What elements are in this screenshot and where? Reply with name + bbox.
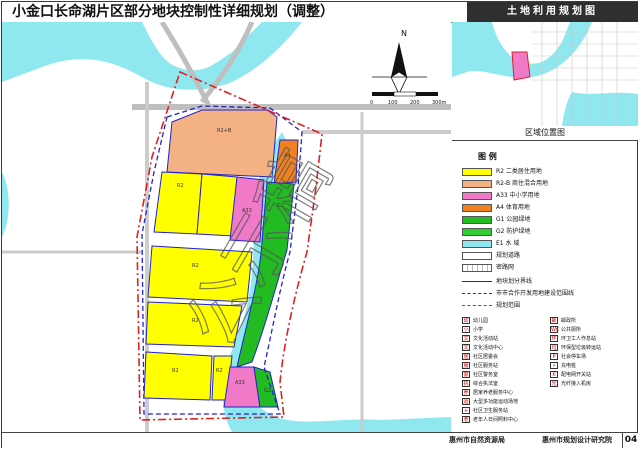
legend-label: A4 体育用地	[496, 204, 530, 211]
symbol-label: 大型多功能运动场地	[473, 399, 519, 405]
symbol-label: 老年人日间照料中心	[473, 417, 519, 423]
legend-label: 规划道路	[496, 252, 521, 259]
parcel-label: G2	[264, 388, 271, 394]
legend-label: 规划范围	[496, 302, 521, 309]
symbol-label: 光纤接入机房	[561, 381, 592, 387]
legend-swatch	[462, 252, 492, 260]
symbol-label: 居家养老服务中心	[473, 390, 514, 396]
parcel-label: R2	[216, 368, 223, 374]
symbol-label: 文化活动中心	[473, 345, 504, 351]
symbol-label: 文化活动站	[473, 336, 499, 342]
police-office-icon: 警	[462, 371, 470, 378]
legend-line-swatch	[462, 305, 492, 306]
locator-water-b	[562, 92, 638, 126]
legend-swatch	[462, 216, 492, 224]
garbage-transfer-icon: 垃	[550, 344, 558, 351]
footer-org-a: 惠州市自然资源局	[449, 436, 505, 444]
symbol-label: 社区服务站	[473, 363, 499, 369]
legend-label: G2 防护绿地	[496, 228, 531, 235]
legend-swatch	[462, 192, 492, 200]
law-enforcement-icon: 执	[462, 380, 470, 387]
legend-label: R2-B 商住混合用地	[496, 180, 548, 187]
legend-title: 图 例	[478, 152, 497, 161]
primary-school-icon: 小	[462, 326, 470, 333]
symbol-label: 充电桩	[561, 363, 577, 369]
symbol-label: 小学	[473, 327, 484, 333]
parcel-label: R2	[172, 368, 179, 374]
legend-label: G1 公园绿地	[496, 216, 531, 223]
fiber-room-icon: 光	[550, 380, 558, 387]
symbol-label: 综合执法室	[473, 381, 499, 387]
health-station-icon: +	[462, 407, 470, 414]
locator-caption: 区域位置图	[452, 126, 638, 141]
sheet-title: 土地利用规划图	[507, 6, 598, 17]
legend-line-swatch	[462, 293, 492, 294]
sanitation-rest-icon: 环	[550, 335, 558, 342]
legend-swatch	[462, 168, 492, 176]
scale-tick: 0	[370, 100, 373, 106]
parcel-label: A33	[235, 380, 245, 386]
footer: 惠州市自然资源局 惠州市规划设计研究院 04	[2, 432, 639, 448]
legend-line-swatch	[462, 281, 492, 282]
legend-swatch	[462, 240, 492, 248]
switch-station-icon: K	[550, 371, 558, 378]
legend-label: A33 中小学用地	[496, 192, 540, 199]
scale-tick: 300m	[432, 100, 447, 106]
parking-icon: P	[550, 353, 558, 360]
charging-pile-icon: ⚡	[550, 362, 558, 369]
community-committee-icon: 居	[462, 353, 470, 360]
parcel-label: R2+B	[217, 128, 232, 134]
post-office-icon: 邮	[550, 317, 558, 324]
elderly-care-icon: 养	[462, 389, 470, 396]
symbol-label: 社区卫生服务站	[473, 408, 509, 414]
culture-station-icon: 文	[462, 335, 470, 342]
sports-ground-icon: 运	[462, 398, 470, 405]
legend-swatch	[462, 204, 492, 212]
kindergarten-icon: 幼	[462, 317, 470, 324]
sheet-title-box: 土地利用规划图	[467, 2, 638, 22]
legend-label: E1 水 域	[496, 240, 520, 247]
locator-map	[452, 22, 638, 127]
parcel-label: R2	[177, 183, 184, 189]
locator-canvas	[452, 22, 638, 126]
map-canvas: R2+B A4 R2 A33 G1 R2 R2 G2 R2 R2 A33 N 0…	[2, 22, 451, 432]
page-title: 小金口长命湖片区部分地块控制性详细规划（调整）	[12, 4, 334, 20]
locator-site-marker	[511, 51, 531, 81]
legend-label: R2 二类居住用地	[496, 168, 542, 175]
community-service-icon: 服	[462, 362, 470, 369]
symbol-label: 环保型垃圾转运站	[561, 345, 602, 351]
scale-tick: 100	[388, 100, 398, 106]
legend-label: 市市合作开发用地建设范围线	[496, 290, 575, 297]
parcel-r2-a	[153, 171, 203, 235]
legend: 图 例 R2 二类居住用地 R2-B 商住混合用地 A33 中小学用地 A4 体…	[452, 141, 638, 432]
day-care-icon: 老	[462, 416, 470, 423]
symbol-label: 邮政所	[561, 318, 577, 324]
parcel-r2-e	[143, 351, 213, 401]
legend-swatch	[462, 264, 492, 272]
land-use-map: R2+B A4 R2 A33 G1 R2 R2 G2 R2 R2 A33 N 0…	[2, 22, 451, 432]
legend-swatch	[462, 180, 492, 188]
symbol-label: 环卫工人作息站	[561, 336, 597, 342]
legend-label: 密路网	[496, 264, 515, 271]
symbol-label: 社区居委会	[473, 354, 499, 360]
legend-label: 地块划分界线	[496, 278, 533, 285]
locator-caption-text: 区域位置图	[525, 128, 565, 137]
symbol-label: 社会停车场	[561, 354, 587, 360]
title-bar: 小金口长命湖片区部分地块控制性详细规划（调整）	[2, 2, 467, 23]
culture-center-icon: 文	[462, 344, 470, 351]
north-label: N	[401, 29, 407, 38]
symbol-label: 公共厕所	[561, 327, 582, 333]
sheet-number: 04	[622, 433, 639, 448]
symbol-label: 配电网开关站	[561, 372, 592, 378]
symbol-label: 幼儿园	[473, 318, 489, 324]
parcel-label: R2	[192, 263, 199, 269]
legend-swatch	[462, 228, 492, 236]
symbol-label: 社区警务室	[473, 372, 499, 378]
footer-org-b: 惠州市规划设计研究院	[542, 436, 612, 444]
toilet-icon: WC	[550, 326, 560, 333]
scale-tick: 200	[410, 100, 420, 106]
